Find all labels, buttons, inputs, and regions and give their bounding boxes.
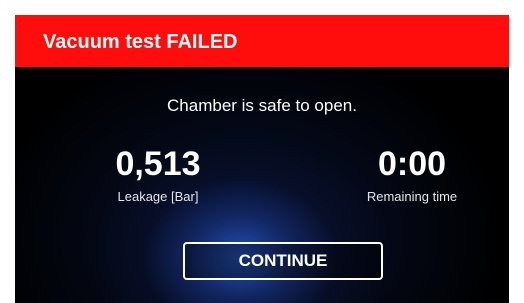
page-title: Vacuum test FAILED bbox=[43, 31, 238, 53]
status-message: Chamber is safe to open. bbox=[167, 96, 357, 115]
remaining-time-label: Remaining time bbox=[366, 189, 458, 204]
continue-button[interactable]: CONTINUE bbox=[183, 242, 383, 280]
test-result-screen: Vacuum test FAILED Chamber is safe to op… bbox=[15, 15, 509, 303]
remaining-time-value: 0:00 bbox=[377, 145, 447, 183]
title-bar: Vacuum test FAILED bbox=[15, 15, 509, 67]
leakage-label: Leakage [Bar] bbox=[117, 189, 199, 204]
leakage-readout: 0,513 Leakage [Bar] bbox=[68, 145, 248, 205]
remaining-time-readout: 0:00 Remaining time bbox=[322, 145, 502, 205]
leakage-value: 0,513 bbox=[115, 145, 201, 183]
